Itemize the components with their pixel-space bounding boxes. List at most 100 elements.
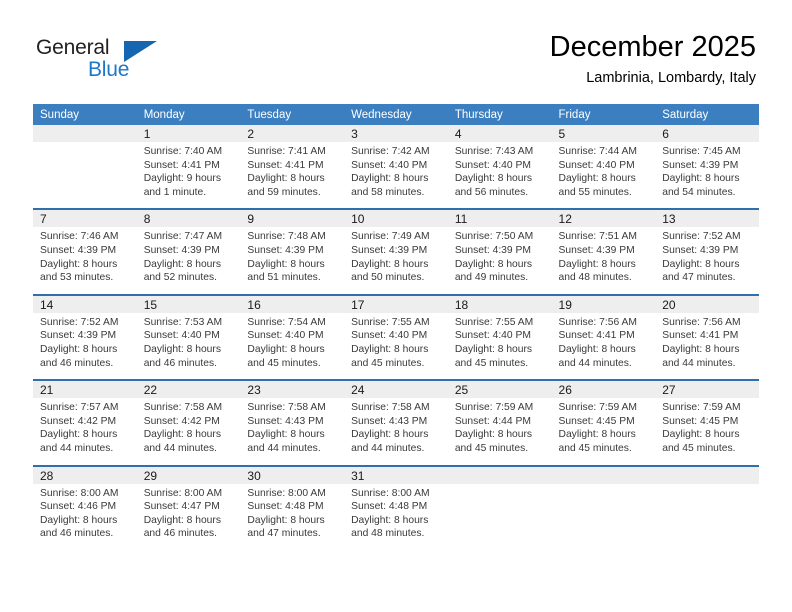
daylight-duration-line1: Daylight: 8 hours bbox=[40, 343, 118, 355]
calendar-day-cell[interactable]: 14 Sunrise: 7:52 AM Sunset: 4:39 PM Dayligh… bbox=[33, 293, 137, 381]
day-details: Sunrise: 7:58 AM Sunset: 4:43 PM Daylight:… bbox=[344, 398, 448, 464]
daylight-duration-line2: and 44 minutes. bbox=[40, 442, 114, 454]
calendar-day-cell[interactable]: 24 Sunrise: 7:58 AM Sunset: 4:43 PM Dayligh… bbox=[344, 379, 448, 466]
calendar-day-cell[interactable]: 10 Sunrise: 7:49 AM Sunset: 4:39 PM Dayligh… bbox=[344, 208, 448, 295]
day-details: Sunrise: 7:58 AM Sunset: 4:42 PM Daylight:… bbox=[137, 398, 241, 464]
weekday-header-wednesday: Wednesday bbox=[344, 104, 448, 125]
calendar-day-cell[interactable]: 7 Sunrise: 7:46 AM Sunset: 4:39 PM Daylight… bbox=[33, 208, 137, 295]
day-details: Sunrise: 7:50 AM Sunset: 4:39 PM Daylight:… bbox=[448, 227, 552, 293]
calendar-week-row: 7 Sunrise: 7:46 AM Sunset: 4:39 PM Daylight… bbox=[33, 208, 759, 295]
daylight-duration-line1: Daylight: 8 hours bbox=[558, 343, 636, 355]
daylight-duration-line1: Daylight: 8 hours bbox=[454, 429, 533, 441]
calendar-day-cell[interactable]: 18 Sunrise: 7:55 AM Sunset: 4:40 PM Dayligh… bbox=[447, 293, 552, 381]
daylight-duration-line2: and 45 minutes. bbox=[662, 442, 736, 454]
sunset-time: Sunset: 4:39 PM bbox=[662, 159, 739, 171]
calendar-day-cell[interactable]: 27 Sunrise: 7:59 AM Sunset: 4:45 PM Dayligh… bbox=[655, 379, 759, 466]
day-details: Sunrise: 7:52 AM Sunset: 4:39 PM Daylight:… bbox=[655, 227, 759, 293]
calendar-day-cell[interactable]: 3 Sunrise: 7:42 AM Sunset: 4:40 PM Daylight… bbox=[344, 125, 448, 209]
sunrise-time: Sunrise: 7:53 AM bbox=[143, 316, 223, 328]
daylight-duration-line1: Daylight: 8 hours bbox=[454, 173, 533, 185]
generalblue-logo[interactable]: General Blue bbox=[36, 36, 157, 82]
day-number: 11 bbox=[447, 210, 552, 228]
day-number: 12 bbox=[551, 210, 656, 228]
sunset-time: Sunset: 4:40 PM bbox=[454, 330, 531, 342]
daylight-duration-line1: Daylight: 8 hours bbox=[143, 514, 221, 526]
calendar-day-cell[interactable]: 28 Sunrise: 8:00 AM Sunset: 4:46 PM Dayligh… bbox=[33, 464, 137, 550]
calendar-day-cell-empty bbox=[655, 464, 759, 550]
daylight-duration-line1: Daylight: 8 hours bbox=[40, 429, 118, 441]
calendar-day-cell[interactable]: 13 Sunrise: 7:52 AM Sunset: 4:39 PM Dayligh… bbox=[655, 208, 759, 295]
day-details bbox=[552, 484, 656, 546]
day-details: Sunrise: 8:00 AM Sunset: 4:48 PM Daylight:… bbox=[344, 484, 448, 550]
calendar-body: 1 Sunrise: 7:40 AM Sunset: 4:41 PM Daylight… bbox=[33, 125, 759, 550]
daylight-duration-line1: Daylight: 8 hours bbox=[351, 514, 429, 526]
sunset-time: Sunset: 4:45 PM bbox=[558, 415, 635, 427]
sunrise-time: Sunrise: 8:00 AM bbox=[40, 487, 119, 499]
daylight-duration-line2: and 53 minutes. bbox=[40, 272, 114, 284]
sunrise-time: Sunrise: 7:43 AM bbox=[454, 146, 534, 157]
calendar-day-cell[interactable]: 20 Sunrise: 7:56 AM Sunset: 4:41 PM Dayligh… bbox=[655, 293, 759, 381]
sunset-time: Sunset: 4:40 PM bbox=[558, 159, 635, 171]
sunrise-time: Sunrise: 7:47 AM bbox=[143, 231, 223, 243]
calendar-day-cell[interactable]: 16 Sunrise: 7:54 AM Sunset: 4:40 PM Dayligh… bbox=[240, 293, 345, 381]
daylight-duration-line1: Daylight: 8 hours bbox=[351, 258, 429, 270]
calendar-day-cell[interactable]: 5 Sunrise: 7:44 AM Sunset: 4:40 PM Daylight… bbox=[551, 125, 656, 209]
sunset-time: Sunset: 4:39 PM bbox=[662, 244, 739, 256]
page-header: General Blue December 2025 Lambrinia, Lo… bbox=[0, 0, 792, 104]
calendar-day-cell[interactable]: 19 Sunrise: 7:56 AM Sunset: 4:41 PM Dayligh… bbox=[551, 293, 656, 381]
sunrise-time: Sunrise: 7:56 AM bbox=[558, 316, 637, 328]
calendar-day-cell[interactable]: 8 Sunrise: 7:47 AM Sunset: 4:39 PM Daylight… bbox=[136, 208, 241, 295]
calendar-day-cell[interactable]: 30 Sunrise: 8:00 AM Sunset: 4:48 PM Dayligh… bbox=[240, 464, 345, 550]
calendar-day-cell[interactable]: 9 Sunrise: 7:48 AM Sunset: 4:39 PM Daylight… bbox=[240, 208, 345, 295]
calendar-day-cell[interactable]: 15 Sunrise: 7:53 AM Sunset: 4:40 PM Dayligh… bbox=[136, 293, 241, 381]
calendar-day-cell[interactable]: 21 Sunrise: 7:57 AM Sunset: 4:42 PM Dayligh… bbox=[33, 379, 137, 466]
sunrise-time: Sunrise: 7:55 AM bbox=[454, 316, 534, 328]
sunrise-time: Sunrise: 7:42 AM bbox=[351, 146, 430, 157]
sunrise-time: Sunrise: 7:54 AM bbox=[247, 316, 326, 328]
day-details: Sunrise: 7:45 AM Sunset: 4:39 PM Daylight:… bbox=[655, 142, 759, 208]
calendar-week-row: 1 Sunrise: 7:40 AM Sunset: 4:41 PM Daylight… bbox=[33, 125, 759, 209]
day-details: Sunrise: 8:00 AM Sunset: 4:48 PM Daylight:… bbox=[240, 484, 344, 550]
calendar-day-cell[interactable]: 23 Sunrise: 7:58 AM Sunset: 4:43 PM Dayligh… bbox=[240, 379, 345, 466]
calendar-day-cell[interactable]: 17 Sunrise: 7:55 AM Sunset: 4:40 PM Dayligh… bbox=[344, 293, 448, 381]
day-number: 4 bbox=[447, 125, 552, 142]
calendar-day-cell[interactable]: 1 Sunrise: 7:40 AM Sunset: 4:41 PM Daylight… bbox=[136, 125, 241, 209]
calendar-day-cell[interactable]: 12 Sunrise: 7:51 AM Sunset: 4:39 PM Dayligh… bbox=[551, 208, 656, 295]
weekday-header-thursday: Thursday bbox=[447, 104, 552, 125]
sunrise-time: Sunrise: 7:45 AM bbox=[662, 146, 741, 157]
sunset-time: Sunset: 4:44 PM bbox=[454, 415, 531, 427]
calendar-week-row: 28 Sunrise: 8:00 AM Sunset: 4:46 PM Dayligh… bbox=[33, 464, 759, 550]
calendar-day-cell[interactable]: 26 Sunrise: 7:59 AM Sunset: 4:45 PM Dayligh… bbox=[551, 379, 656, 466]
day-details: Sunrise: 7:48 AM Sunset: 4:39 PM Daylight:… bbox=[240, 227, 344, 293]
daylight-duration-line1: Daylight: 8 hours bbox=[143, 343, 221, 355]
day-number: 6 bbox=[655, 125, 759, 142]
sunset-time: Sunset: 4:41 PM bbox=[143, 159, 220, 171]
daylight-duration-line2: and 54 minutes. bbox=[662, 186, 736, 198]
calendar-day-cell[interactable]: 2 Sunrise: 7:41 AM Sunset: 4:41 PM Daylight… bbox=[240, 125, 345, 209]
daylight-duration-line1: Daylight: 8 hours bbox=[351, 173, 429, 185]
day-number: 18 bbox=[447, 295, 552, 313]
calendar-day-cell[interactable]: 6 Sunrise: 7:45 AM Sunset: 4:39 PM Daylight… bbox=[655, 125, 759, 209]
calendar-day-cell[interactable]: 29 Sunrise: 8:00 AM Sunset: 4:47 PM Dayligh… bbox=[136, 464, 241, 550]
calendar-day-cell[interactable]: 25 Sunrise: 7:59 AM Sunset: 4:44 PM Dayligh… bbox=[447, 379, 552, 466]
day-number bbox=[447, 466, 552, 484]
day-number: 30 bbox=[240, 466, 345, 484]
calendar-day-cell[interactable]: 4 Sunrise: 7:43 AM Sunset: 4:40 PM Daylight… bbox=[447, 125, 552, 209]
day-number: 21 bbox=[33, 381, 137, 399]
calendar-day-cell[interactable]: 31 Sunrise: 8:00 AM Sunset: 4:48 PM Dayligh… bbox=[344, 464, 448, 550]
logo-text-blue: Blue bbox=[88, 58, 130, 81]
day-number: 22 bbox=[136, 381, 241, 399]
calendar-day-cell[interactable]: 11 Sunrise: 7:50 AM Sunset: 4:39 PM Dayligh… bbox=[447, 208, 552, 295]
daylight-duration-line1: Daylight: 8 hours bbox=[247, 514, 325, 526]
daylight-duration-line1: Daylight: 8 hours bbox=[351, 343, 429, 355]
daylight-duration-line2: and 59 minutes. bbox=[247, 186, 321, 198]
daylight-duration-line1: Daylight: 8 hours bbox=[40, 258, 118, 270]
day-details: Sunrise: 8:00 AM Sunset: 4:47 PM Daylight:… bbox=[137, 484, 241, 550]
sunset-time: Sunset: 4:40 PM bbox=[351, 159, 428, 171]
sunset-time: Sunset: 4:39 PM bbox=[143, 244, 220, 256]
sunset-time: Sunset: 4:48 PM bbox=[247, 501, 324, 513]
sunrise-time: Sunrise: 8:00 AM bbox=[143, 487, 223, 499]
sunset-time: Sunset: 4:42 PM bbox=[40, 415, 117, 427]
calendar-day-cell[interactable]: 22 Sunrise: 7:58 AM Sunset: 4:42 PM Dayligh… bbox=[136, 379, 241, 466]
day-number: 8 bbox=[136, 210, 241, 228]
